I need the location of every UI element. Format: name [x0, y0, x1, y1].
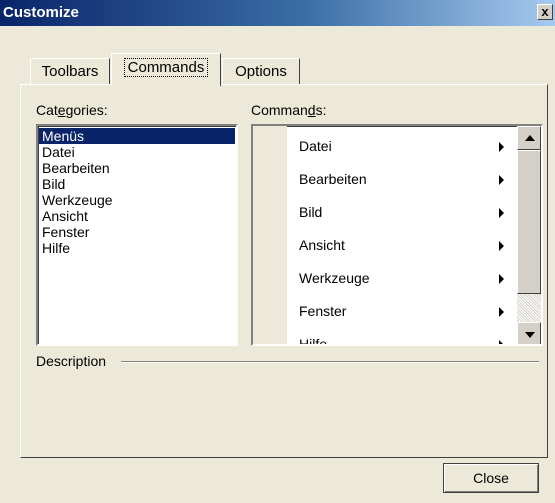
command-item[interactable]: Fenster: [299, 303, 346, 319]
list-item[interactable]: Bearbeiten: [39, 160, 235, 176]
list-item[interactable]: Fenster: [39, 224, 235, 240]
command-item[interactable]: Hilfe: [299, 336, 327, 344]
command-item[interactable]: Ansicht: [299, 237, 345, 253]
commands-scrollbar[interactable]: [517, 126, 541, 344]
close-icon[interactable]: x: [537, 4, 553, 20]
scroll-thumb[interactable]: [517, 150, 541, 294]
close-button[interactable]: Close: [443, 463, 539, 493]
categories-list[interactable]: Menüs Datei Bearbeiten Bild Werkzeuge An…: [36, 124, 238, 346]
commands-label: Commands:: [251, 102, 327, 118]
scroll-down-icon[interactable]: [517, 322, 541, 344]
tab-commands[interactable]: Commands: [111, 53, 221, 86]
command-item[interactable]: Bearbeiten: [299, 171, 367, 187]
categories-label: Categories:: [36, 102, 108, 118]
submenu-arrow-icon: [499, 274, 504, 284]
submenu-arrow-icon: [499, 142, 504, 152]
icon-strip: [253, 126, 287, 344]
submenu-arrow-icon: [499, 340, 504, 344]
submenu-arrow-icon: [499, 307, 504, 317]
list-item[interactable]: Hilfe: [39, 240, 235, 256]
scroll-up-icon[interactable]: [517, 126, 541, 150]
title-bar: Customize x: [0, 0, 555, 26]
submenu-arrow-icon: [499, 208, 504, 218]
list-item[interactable]: Werkzeuge: [39, 192, 235, 208]
submenu-arrow-icon: [499, 175, 504, 185]
tab-label: Toolbars: [41, 63, 99, 80]
tab-label: Commands: [123, 58, 209, 77]
submenu-arrow-icon: [499, 241, 504, 251]
list-item[interactable]: Bild: [39, 176, 235, 192]
tab-options[interactable]: Options: [222, 58, 300, 86]
commands-list[interactable]: Datei Bearbeiten Bild Ansicht Werkzeuge …: [251, 124, 543, 346]
commands-panel: Categories: Menüs Datei Bearbeiten Bild …: [20, 84, 548, 458]
list-item[interactable]: Ansicht: [39, 208, 235, 224]
window-title: Customize: [3, 4, 79, 21]
description-label: Description: [36, 353, 107, 369]
list-item[interactable]: Menüs: [39, 128, 235, 144]
list-item[interactable]: Datei: [39, 144, 235, 160]
scroll-track[interactable]: [517, 294, 541, 322]
tab-label: Options: [235, 63, 287, 80]
tab-toolbars[interactable]: Toolbars: [30, 58, 110, 86]
command-item[interactable]: Datei: [299, 138, 332, 154]
command-item[interactable]: Bild: [299, 204, 322, 220]
description-divider: [121, 361, 539, 363]
command-item[interactable]: Werkzeuge: [299, 270, 370, 286]
